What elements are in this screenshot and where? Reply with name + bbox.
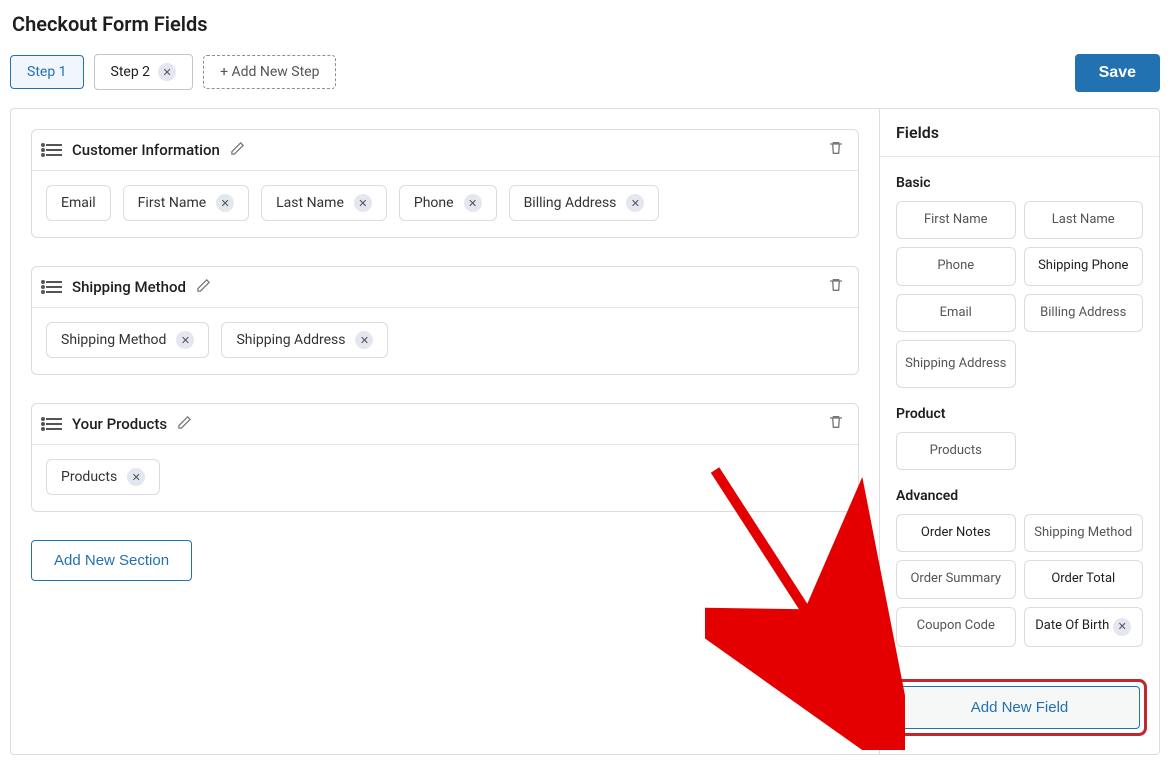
field-chip[interactable]: First Name ✕ [123,185,249,221]
remove-icon[interactable]: ✕ [355,331,373,349]
step-label: Step 1 [27,64,67,80]
delete-section-icon[interactable] [828,277,844,297]
delete-section-icon[interactable] [828,140,844,160]
available-field-label: Last Name [1052,212,1115,228]
section-title: Shipping Method [72,278,186,296]
field-label: Shipping Method [61,332,166,348]
field-chip[interactable]: Last Name ✕ [261,185,387,221]
available-field-label: Phone [937,258,974,274]
step-label: Step 2 [111,64,151,80]
available-field: Phone [896,247,1016,285]
step-tab-1[interactable]: Step 1 [10,55,84,89]
available-field: Email [896,294,1016,332]
available-field: Coupon Code [896,607,1016,647]
available-field-label: Email [940,305,972,321]
remove-icon[interactable]: ✕ [626,194,644,212]
field-label: Email [61,195,96,211]
field-label: Last Name [276,195,344,211]
available-field[interactable]: Shipping Phone [1024,247,1144,285]
field-group-title: Product [896,406,1143,422]
drag-handle-icon[interactable] [46,418,62,430]
remove-icon[interactable]: ✕ [158,63,176,81]
drag-handle-icon[interactable] [46,144,62,156]
available-field-label: Order Summary [910,571,1001,587]
field-chip[interactable]: Shipping Address ✕ [221,322,388,358]
available-field-label: Date Of Birth [1035,618,1109,634]
available-field-label: Billing Address [1040,305,1126,321]
remove-icon[interactable]: ✕ [127,468,145,486]
field-chip[interactable]: Shipping Method ✕ [46,322,209,358]
field-chip[interactable]: Phone ✕ [399,185,497,221]
available-field[interactable]: Order Total [1024,560,1144,598]
field-group-title: Advanced [896,488,1143,504]
section-title: Customer Information [72,141,220,159]
field-label: Billing Address [524,195,617,211]
page-title: Checkout Form Fields [12,12,1160,36]
field-chip[interactable]: Products ✕ [46,459,160,495]
available-field-label: Products [930,443,982,459]
available-field-label: Shipping Method [1034,525,1132,541]
available-field: Shipping Address [896,340,1016,388]
field-label: Shipping Address [236,332,345,348]
remove-icon[interactable]: ✕ [464,194,482,212]
available-field: Billing Address [1024,294,1144,332]
section-card: Customer InformationEmailFirst Name✕Last… [31,129,859,238]
field-label: Phone [414,195,454,211]
section-card: Shipping MethodShipping Method✕Shipping … [31,266,859,375]
available-field-label: Shipping Phone [1038,258,1128,274]
available-field-label: Shipping Address [905,356,1006,372]
available-field: Products [896,432,1016,470]
sidebar-title: Fields [880,109,1159,157]
edit-section-icon[interactable] [230,141,245,160]
section-card: Your Products Products ✕ [31,403,859,512]
edit-section-icon[interactable] [196,278,211,297]
steps-row: Step 1 Step 2 ✕ + Add New Step [10,54,1160,90]
remove-icon[interactable]: ✕ [176,331,194,349]
section-title: Your Products [72,415,167,433]
step-tab-2[interactable]: Step 2 ✕ [94,54,194,90]
save-button[interactable]: Save [1075,54,1160,92]
remove-icon[interactable]: ✕ [216,194,234,212]
available-field: First Name [896,201,1016,239]
available-field-label: Order Notes [921,525,991,541]
field-chip[interactable]: Email [46,185,111,221]
available-field[interactable]: Date Of Birth✕ [1024,607,1144,647]
remove-icon[interactable]: ✕ [354,194,372,212]
field-label: First Name [138,195,206,211]
available-field-label: First Name [924,212,988,228]
field-chip[interactable]: Billing Address ✕ [509,185,660,221]
add-new-field-button[interactable]: Add New Field [899,686,1140,729]
add-step-button[interactable]: + Add New Step [203,55,336,89]
edit-section-icon[interactable] [177,415,192,434]
available-field-label: Coupon Code [917,618,995,634]
available-field: Last Name [1024,201,1144,239]
available-field: Order Summary [896,560,1016,598]
add-section-button[interactable]: Add New Section [31,540,192,581]
field-label: Products [61,469,117,485]
available-field[interactable]: Order Notes [896,514,1016,552]
remove-icon[interactable]: ✕ [1113,618,1131,636]
available-field: Shipping Method [1024,514,1144,552]
add-field-highlight: Add New Field [892,679,1147,736]
available-field-label: Order Total [1051,571,1115,587]
delete-section-icon[interactable] [828,414,844,434]
field-group-title: Basic [896,175,1143,191]
drag-handle-icon[interactable] [46,281,62,293]
